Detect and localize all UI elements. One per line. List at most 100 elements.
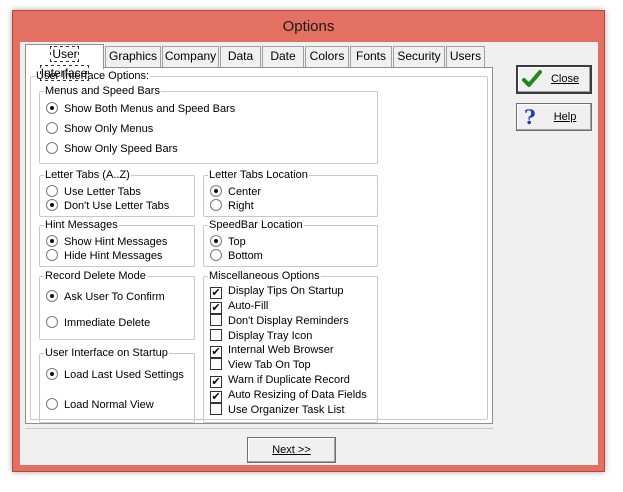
checkbox-icon: ✔: [210, 346, 222, 358]
option-label: Warn if Duplicate Record: [228, 374, 350, 386]
group-title: Hint Messages: [44, 218, 119, 232]
tab-data[interactable]: Data: [220, 46, 261, 67]
group-title: User Interface on Startup: [44, 346, 169, 360]
radio-button-icon: [46, 199, 58, 211]
radio-center[interactable]: Center: [210, 185, 261, 199]
option-label: Auto-Fill: [228, 300, 269, 312]
tab-date[interactable]: Date: [262, 46, 304, 67]
checkbox-view-tab-on-top[interactable]: View Tab On Top: [210, 358, 311, 372]
tab-label: Fonts: [355, 49, 386, 63]
menus-speedbars-group: Menus and Speed Bars Show Both Menus and…: [39, 84, 378, 164]
radio-button-icon: [46, 142, 58, 154]
tab-label: Users: [449, 49, 482, 63]
checkbox-icon: ✔: [210, 302, 222, 314]
radio-show-both[interactable]: Show Both Menus and Speed Bars: [46, 102, 235, 116]
close-button[interactable]: Close: [516, 65, 592, 94]
radio-dont-use-letter-tabs[interactable]: Don't Use Letter Tabs: [46, 199, 169, 213]
option-label: Internal Web Browser: [228, 344, 334, 356]
tab-user-interface[interactable]: User Interface: [25, 44, 104, 81]
dialog-client-area: User Interface Graphics Company Data Dat…: [20, 42, 598, 465]
radio-load-normal-view[interactable]: Load Normal View: [46, 398, 154, 412]
option-label: Don't Use Letter Tabs: [64, 200, 170, 212]
radio-hide-hint-messages[interactable]: Hide Hint Messages: [46, 249, 162, 263]
radio-button-icon: [46, 235, 58, 247]
radio-button-icon: [46, 102, 58, 114]
tab-label: Security: [397, 49, 441, 63]
radio-button-icon: [210, 199, 222, 211]
radio-button-icon: [46, 316, 58, 328]
option-label: Immediate Delete: [64, 317, 151, 329]
radio-button-icon: [46, 249, 58, 261]
checkbox-auto-fill[interactable]: ✔ Auto-Fill: [210, 299, 269, 314]
radio-show-only-menus[interactable]: Show Only Menus: [46, 122, 153, 136]
option-label: Load Normal View: [64, 399, 154, 411]
next-button[interactable]: Next >>: [247, 437, 336, 463]
option-label: Display Tips On Startup: [228, 285, 344, 297]
option-label: Use Letter Tabs: [64, 186, 141, 198]
option-label: Use Organizer Task List: [228, 404, 345, 416]
radio-load-last-used-settings[interactable]: Load Last Used Settings: [46, 368, 184, 382]
next-button-label: Next >>: [272, 444, 311, 456]
option-label: Show Only Speed Bars: [64, 143, 178, 155]
radio-button-icon: [46, 185, 58, 197]
checkbox-dont-display-reminders[interactable]: Don't Display Reminders: [210, 314, 349, 328]
radio-show-hint-messages[interactable]: Show Hint Messages: [46, 235, 167, 249]
option-label: Show Both Menus and Speed Bars: [64, 103, 236, 115]
tab-colors[interactable]: Colors: [305, 46, 349, 67]
checkbox-icon: ✔: [210, 391, 222, 403]
group-title: Letter Tabs (A..Z): [44, 168, 131, 182]
checkbox-internal-web-browser[interactable]: ✔ Internal Web Browser: [210, 343, 334, 358]
question-mark-icon: ?: [524, 105, 536, 129]
letter-tabs-location-group: Letter Tabs Location Center Right: [203, 168, 378, 217]
option-label: Bottom: [228, 250, 263, 262]
group-title: Letter Tabs Location: [208, 168, 309, 182]
option-label: Top: [228, 236, 246, 248]
tab-fonts[interactable]: Fonts: [350, 46, 392, 67]
checkbox-display-tray-icon[interactable]: Display Tray Icon: [210, 329, 312, 343]
radio-bottom[interactable]: Bottom: [210, 249, 263, 263]
option-label: Right: [228, 200, 254, 212]
radio-use-letter-tabs[interactable]: Use Letter Tabs: [46, 185, 141, 199]
radio-immediate-delete[interactable]: Immediate Delete: [46, 316, 150, 330]
radio-button-icon: [210, 185, 222, 197]
tab-label: Data: [227, 49, 254, 63]
tab-company[interactable]: Company: [162, 46, 219, 67]
checkbox-display-tips[interactable]: ✔ Display Tips On Startup: [210, 284, 344, 299]
options-dialog: Options User Interface Graphics Company …: [12, 10, 605, 472]
miscellaneous-options-group: Miscellaneous Options ✔ Display Tips On S…: [203, 269, 378, 423]
option-label: Center: [228, 186, 262, 198]
tab-graphics[interactable]: Graphics: [105, 46, 161, 67]
option-label: Ask User To Confirm: [64, 291, 165, 303]
tab-label: Date: [270, 49, 296, 63]
checkbox-auto-resizing[interactable]: ✔ Auto Resizing of Data Fields: [210, 388, 367, 403]
radio-button-icon: [46, 398, 58, 410]
radio-button-icon: [46, 122, 58, 134]
checkbox-icon: [210, 358, 222, 370]
help-button[interactable]: ? Help: [516, 103, 592, 131]
radio-right[interactable]: Right: [210, 199, 254, 213]
radio-button-icon: [46, 368, 58, 380]
option-label: Don't Display Reminders: [228, 315, 349, 327]
dialog-footer: Next >>: [25, 428, 493, 463]
radio-show-only-speedbars[interactable]: Show Only Speed Bars: [46, 142, 178, 156]
checkbox-use-organizer-task-list[interactable]: Use Organizer Task List: [210, 403, 345, 417]
checkbox-warn-duplicate-record[interactable]: ✔ Warn if Duplicate Record: [210, 373, 350, 388]
radio-button-icon: [210, 249, 222, 261]
radio-top[interactable]: Top: [210, 235, 246, 249]
option-label: Display Tray Icon: [228, 330, 313, 342]
option-label: Load Last Used Settings: [64, 369, 184, 381]
option-label: Auto Resizing of Data Fields: [228, 389, 367, 401]
tab-security[interactable]: Security: [393, 46, 445, 67]
checkbox-icon: ✔: [210, 287, 222, 299]
user-interface-options-group: User Interface Options: Menus and Speed …: [30, 69, 488, 423]
option-label: Show Hint Messages: [64, 236, 168, 248]
record-delete-mode-group: Record Delete Mode Ask User To Confirm I…: [39, 269, 195, 340]
tab-users[interactable]: Users: [446, 46, 485, 67]
window-title: Options: [282, 18, 335, 35]
checkbox-icon: [210, 403, 222, 415]
group-title: SpeedBar Location: [208, 218, 304, 232]
radio-button-icon: [46, 290, 58, 302]
speedbar-location-group: SpeedBar Location Top Bottom: [203, 218, 378, 267]
tab-label: User Interface: [39, 46, 90, 81]
radio-ask-user-to-confirm[interactable]: Ask User To Confirm: [46, 290, 165, 304]
